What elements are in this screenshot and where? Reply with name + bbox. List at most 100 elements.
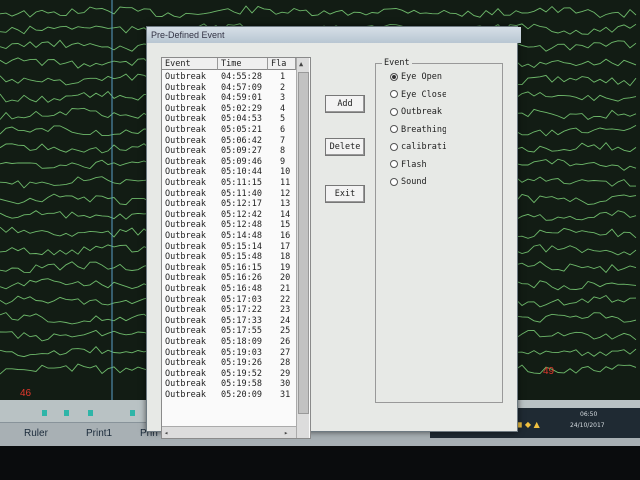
row-event: Outbreak [165, 284, 206, 294]
scroll-left-icon[interactable]: ◂ [164, 429, 168, 437]
event-option[interactable]: Eye Close [390, 90, 446, 102]
row-event: Outbreak [165, 146, 206, 157]
table-row[interactable]: Outbreak 05:16:15 19 [162, 263, 302, 274]
row-time: 05:15:14 [221, 241, 262, 252]
table-row[interactable]: Outbreak 05:15:48 18 [162, 252, 302, 263]
table-row[interactable]: Outbreak 05:04:53 5 [162, 114, 302, 125]
table-row[interactable]: Outbreak 05:19:58 30 [162, 379, 302, 390]
row-flag: 6 [280, 125, 286, 135]
event-option-label: Breathing [401, 124, 446, 135]
table-row[interactable]: Outbreak 04:55:28 1 [162, 72, 302, 83]
add-button[interactable]: Add [325, 95, 365, 113]
table-row[interactable]: Outbreak 05:18:09 26 [162, 337, 302, 348]
event-option[interactable]: Outbreak [390, 107, 446, 119]
radio-icon[interactable] [390, 160, 398, 168]
dialog-title: Pre-Defined Event [147, 27, 521, 43]
row-time: 05:19:26 [221, 358, 262, 369]
row-time: 05:18:09 [221, 337, 262, 347]
table-row[interactable]: Outbreak 05:02:29 4 [162, 104, 302, 115]
table-row[interactable]: Outbreak 05:11:15 11 [162, 178, 302, 189]
table-row[interactable]: Outbreak 05:19:52 29 [162, 369, 302, 380]
table-row[interactable]: Outbreak 05:19:03 27 [162, 348, 302, 359]
table-row[interactable]: Outbreak 05:16:48 21 [162, 284, 302, 295]
row-flag: 17 [280, 241, 291, 252]
table-row[interactable]: Outbreak 05:05:21 6 [162, 125, 302, 136]
event-option[interactable]: Eye Open [390, 72, 446, 84]
row-flag: 27 [280, 347, 291, 358]
column-header-event[interactable]: Event [162, 58, 218, 70]
radio-icon[interactable] [390, 107, 398, 116]
row-flag: 19 [280, 262, 291, 273]
row-event: Outbreak [165, 220, 206, 231]
row-flag: 29 [280, 368, 291, 379]
row-flag: 16 [280, 231, 291, 241]
row-event: Outbreak [165, 347, 206, 358]
print1-button[interactable]: Print1 [86, 428, 112, 439]
row-time: 05:06:42 [221, 135, 262, 146]
row-event: Outbreak [165, 82, 206, 93]
row-time: 05:20:09 [221, 390, 262, 400]
table-row[interactable]: Outbreak 04:59:01 3 [162, 93, 302, 104]
radio-icon[interactable] [390, 177, 398, 186]
row-event: Outbreak [165, 209, 206, 220]
page-number-left: 46 [20, 388, 32, 399]
event-list[interactable]: Event Time Fla Outbreak 04:55:28 1 Outbreak… [161, 57, 311, 439]
row-event: Outbreak [165, 135, 206, 146]
table-row[interactable]: Outbreak 05:11:40 12 [162, 189, 302, 200]
table-row[interactable]: Outbreak 05:17:22 23 [162, 305, 302, 316]
vertical-scrollbar[interactable]: ▲ [296, 58, 309, 438]
table-row[interactable]: Outbreak 05:09:46 9 [162, 157, 302, 168]
table-row[interactable]: Outbreak 05:17:03 22 [162, 295, 302, 306]
table-row[interactable]: Outbreak 05:06:42 7 [162, 136, 302, 147]
table-row[interactable]: Outbreak 05:12:42 14 [162, 210, 302, 221]
table-row[interactable]: Outbreak 05:17:55 25 [162, 326, 302, 337]
row-time: 05:09:46 [221, 156, 262, 167]
row-flag: 13 [280, 199, 291, 210]
row-time: 05:16:15 [221, 262, 262, 273]
exit-button[interactable]: Exit [325, 185, 365, 203]
table-row[interactable]: Outbreak 05:15:14 17 [162, 242, 302, 253]
table-row[interactable]: Outbreak 05:17:33 24 [162, 316, 302, 327]
event-option[interactable]: calibration [390, 142, 446, 154]
monitor-bezel [0, 446, 640, 480]
row-event: Outbreak [165, 294, 206, 305]
column-header-time[interactable]: Time [218, 58, 268, 70]
scroll-thumb[interactable] [298, 72, 309, 414]
delete-button[interactable]: Delete [325, 138, 365, 156]
page-number-right: 49 [543, 366, 555, 377]
table-row[interactable]: Outbreak 05:12:17 13 [162, 199, 302, 210]
row-event: Outbreak [165, 188, 206, 199]
table-row[interactable]: Outbreak 04:57:09 2 [162, 83, 302, 94]
event-option-label: Outbreak [401, 107, 442, 117]
row-time: 05:11:15 [221, 178, 262, 188]
table-row[interactable]: Outbreak 05:19:26 28 [162, 358, 302, 369]
ruler-button[interactable]: Ruler [24, 428, 48, 439]
row-time: 05:14:48 [221, 231, 262, 241]
row-time: 05:12:17 [221, 199, 262, 210]
radio-icon[interactable] [390, 72, 398, 81]
table-row[interactable]: Outbreak 05:12:48 15 [162, 220, 302, 231]
table-row[interactable]: Outbreak 05:10:44 10 [162, 167, 302, 178]
radio-icon[interactable] [390, 125, 398, 133]
scroll-up-icon[interactable]: ▲ [299, 60, 303, 68]
table-row[interactable]: Outbreak 05:20:09 31 [162, 390, 302, 401]
table-row[interactable]: Outbreak 05:09:27 8 [162, 146, 302, 157]
table-row[interactable]: Outbreak 05:16:26 20 [162, 273, 302, 284]
horizontal-scrollbar[interactable]: ◂ ▸ [162, 426, 296, 438]
row-flag: 18 [280, 252, 291, 263]
event-option[interactable]: Flash [390, 160, 446, 172]
row-flag: 9 [280, 156, 286, 167]
row-flag: 15 [280, 220, 291, 231]
scroll-right-icon[interactable]: ▸ [284, 429, 288, 437]
row-time: 05:19:03 [221, 347, 262, 358]
row-event: Outbreak [165, 231, 206, 241]
radio-icon[interactable] [390, 142, 398, 151]
column-header-flag[interactable]: Fla [268, 58, 296, 70]
radio-icon[interactable] [390, 90, 398, 98]
table-row[interactable]: Outbreak 05:14:48 16 [162, 231, 302, 242]
row-time: 05:02:29 [221, 103, 262, 114]
eeg-channel-trace [0, 5, 637, 19]
clock-time: 06:50 [580, 411, 598, 418]
event-option[interactable]: Sound [390, 177, 446, 189]
event-option[interactable]: Breathing [390, 125, 446, 137]
